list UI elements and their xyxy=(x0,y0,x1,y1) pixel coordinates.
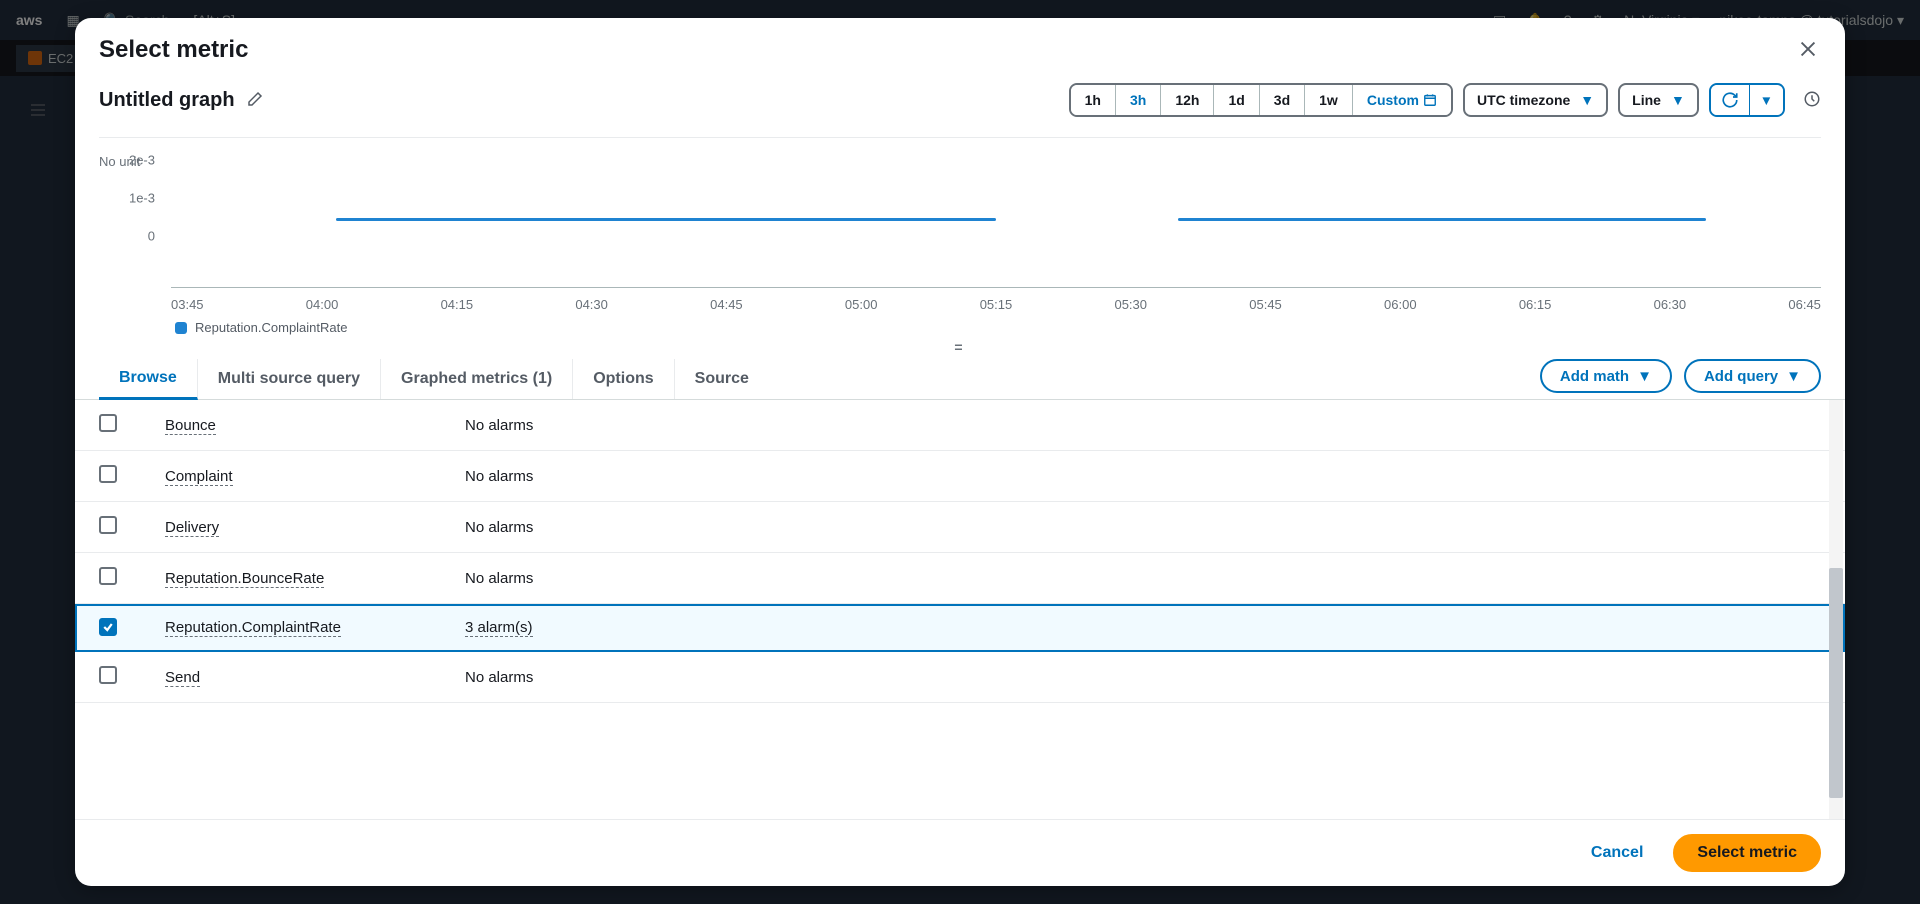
graph-title-row: Untitled graph 1h3h12h1d3d1wCustom UTC t… xyxy=(75,73,1845,127)
refresh-controls: ▼ xyxy=(1709,83,1785,117)
x-tick: 06:15 xyxy=(1519,297,1552,312)
close-button[interactable] xyxy=(1795,36,1821,65)
metric-alarm-status: No alarms xyxy=(465,519,533,536)
x-tick: 06:00 xyxy=(1384,297,1417,312)
x-tick: 03:45 xyxy=(171,297,204,312)
metric-checkbox[interactable] xyxy=(99,618,117,636)
legend-label: Reputation.ComplaintRate xyxy=(195,320,347,335)
tab-options[interactable]: Options xyxy=(573,359,674,399)
graph-toolbar: 1h3h12h1d3d1wCustom UTC timezone ▼ Line … xyxy=(1069,83,1821,117)
metric-alarm-status: No alarms xyxy=(465,468,533,485)
chart-type-selector[interactable]: Line ▼ xyxy=(1618,83,1699,117)
metric-tabs: BrowseMulti source queryGraphed metrics … xyxy=(75,359,1845,400)
metric-alarm-status: No alarms xyxy=(465,570,533,587)
modal-footer: Cancel Select metric xyxy=(75,819,1845,886)
x-tick: 06:45 xyxy=(1788,297,1821,312)
x-tick: 06:30 xyxy=(1654,297,1687,312)
chart-line-segment xyxy=(336,218,996,221)
resize-handle[interactable]: = xyxy=(75,339,1845,359)
add-query-button[interactable]: Add query▼ xyxy=(1684,359,1821,393)
metric-row[interactable]: Delivery No alarms xyxy=(75,502,1845,553)
refresh-button[interactable] xyxy=(1711,85,1750,115)
tab-source[interactable]: Source xyxy=(675,359,769,399)
metric-name-link[interactable]: Complaint xyxy=(165,468,233,486)
tab-multi-source-query[interactable]: Multi source query xyxy=(198,359,381,399)
metric-alarm-status[interactable]: 3 alarm(s) xyxy=(465,619,533,637)
time-range-custom[interactable]: Custom xyxy=(1353,85,1451,115)
metric-alarm-status: No alarms xyxy=(465,669,533,686)
chart-line-segment xyxy=(1178,218,1706,221)
time-range-1w[interactable]: 1w xyxy=(1305,85,1353,115)
cancel-button[interactable]: Cancel xyxy=(1577,836,1657,870)
metric-alarm-status: No alarms xyxy=(465,417,533,434)
refresh-dropdown-button[interactable]: ▼ xyxy=(1750,85,1783,115)
metric-checkbox[interactable] xyxy=(99,414,117,432)
x-axis-ticks: 03:45 04:00 04:15 04:30 04:45 05:00 05:15 05:30… xyxy=(171,297,1821,312)
legend-swatch xyxy=(175,322,187,334)
modal-title: Select metric xyxy=(99,36,248,64)
time-range-1h[interactable]: 1h xyxy=(1071,85,1116,115)
time-range-selector: 1h3h12h1d3d1wCustom xyxy=(1069,83,1453,117)
metric-row[interactable]: Reputation.ComplaintRate 3 alarm(s) xyxy=(75,604,1845,652)
metric-name-link[interactable]: Delivery xyxy=(165,519,219,537)
time-range-12h[interactable]: 12h xyxy=(1161,85,1214,115)
x-tick: 05:30 xyxy=(1114,297,1147,312)
y-tick: 0 xyxy=(148,229,155,244)
time-range-3d[interactable]: 3d xyxy=(1260,85,1305,115)
select-metric-modal: Select metric Untitled graph 1h3h12h1d3d… xyxy=(75,18,1845,886)
metrics-list: BounceNo alarmsComplaintNo alarmsDeliver… xyxy=(75,400,1845,819)
add-math-button[interactable]: Add math▼ xyxy=(1540,359,1672,393)
metric-name-link[interactable]: Reputation.BounceRate xyxy=(165,570,324,588)
tab-graphed-metrics-1-[interactable]: Graphed metrics (1) xyxy=(381,359,573,399)
x-tick: 04:00 xyxy=(306,297,339,312)
metric-name-link[interactable]: Bounce xyxy=(165,417,216,435)
metric-name-link[interactable]: Reputation.ComplaintRate xyxy=(165,619,341,637)
timezone-selector[interactable]: UTC timezone ▼ xyxy=(1463,83,1608,117)
metric-row[interactable]: Reputation.BounceRate No alarms xyxy=(75,553,1845,604)
y-axis-ticks: 2e-3 1e-3 0 xyxy=(99,148,155,288)
modal-header: Select metric xyxy=(75,18,1845,73)
time-range-1d[interactable]: 1d xyxy=(1214,85,1259,115)
metric-name-link[interactable]: Send xyxy=(165,669,200,687)
x-tick: 05:15 xyxy=(980,297,1013,312)
metric-row[interactable]: Bounce No alarms xyxy=(75,400,1845,451)
edit-graph-title-button[interactable] xyxy=(247,91,263,110)
metric-row[interactable]: Complaint No alarms xyxy=(75,451,1845,502)
metric-chart: No unit 2e-31e-30 03:4504:0004:1504:3004… xyxy=(75,148,1845,318)
metric-checkbox[interactable] xyxy=(99,567,117,585)
metric-checkbox[interactable] xyxy=(99,516,117,534)
expand-icon[interactable] xyxy=(1803,90,1821,111)
x-tick: 05:00 xyxy=(845,297,878,312)
x-tick: 04:15 xyxy=(441,297,474,312)
x-tick: 04:30 xyxy=(575,297,608,312)
tab-browse[interactable]: Browse xyxy=(99,359,198,400)
x-tick: 04:45 xyxy=(710,297,743,312)
select-metric-button[interactable]: Select metric xyxy=(1673,834,1821,872)
y-tick: 2e-3 xyxy=(129,153,155,168)
x-tick: 05:45 xyxy=(1249,297,1282,312)
chart-plot-area xyxy=(171,172,1821,288)
metric-checkbox[interactable] xyxy=(99,666,117,684)
chart-legend: Reputation.ComplaintRate xyxy=(75,318,1845,339)
graph-title: Untitled graph xyxy=(99,89,235,112)
time-range-3h[interactable]: 3h xyxy=(1116,85,1161,115)
scrollbar-thumb[interactable] xyxy=(1829,568,1843,798)
metric-row[interactable]: Send No alarms xyxy=(75,652,1845,703)
metric-checkbox[interactable] xyxy=(99,465,117,483)
y-tick: 1e-3 xyxy=(129,191,155,206)
